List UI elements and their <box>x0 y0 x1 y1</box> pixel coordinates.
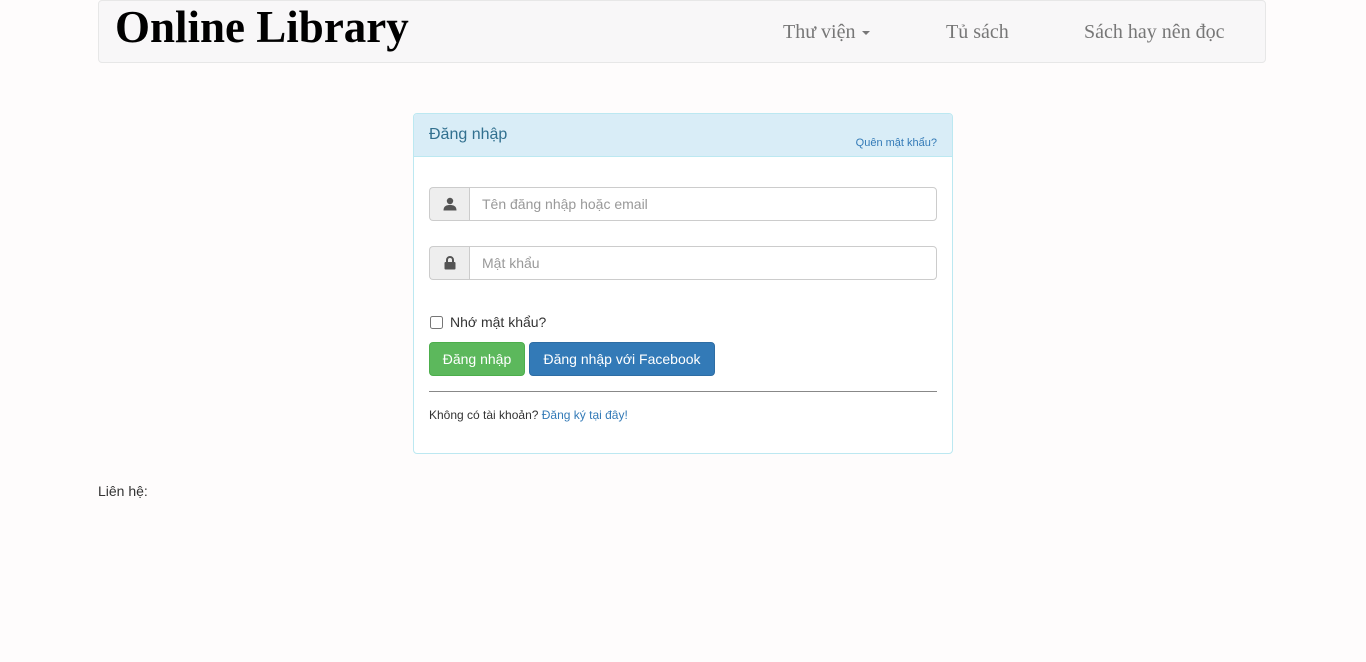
no-account-text: Không có tài khoản? <box>429 408 539 422</box>
divider <box>429 391 937 392</box>
login-button[interactable]: Đăng nhập <box>429 342 525 376</box>
remember-me: Nhớ mật khẩu? <box>429 314 546 330</box>
user-icon <box>429 187 469 221</box>
lock-icon <box>429 246 469 280</box>
panel-title: Đăng nhập <box>429 126 508 143</box>
footer-contact: Liên hệ: <box>98 483 148 499</box>
username-group <box>429 187 937 221</box>
panel-heading: Đăng nhập Quên mật khẩu? <box>414 114 952 157</box>
nav-item-sach-hay[interactable]: Sách hay nên đọc <box>1084 20 1225 44</box>
signup-prompt: Không có tài khoản? Đăng ký tại đây! <box>429 408 628 422</box>
caret-down-icon <box>861 31 870 36</box>
remember-checkbox[interactable] <box>430 315 443 329</box>
nav-item-label: Thư viện <box>783 21 856 43</box>
navbar: Online Library Thư viện Tủ sách Sách hay… <box>98 0 1266 63</box>
facebook-login-button[interactable]: Đăng nhập với Facebook <box>529 342 715 376</box>
remember-label: Nhớ mật khẩu? <box>450 314 547 330</box>
password-input[interactable] <box>469 246 937 280</box>
register-link[interactable]: Đăng ký tại đây! <box>542 408 628 422</box>
nav-item-tu-sach[interactable]: Tủ sách <box>946 20 1009 44</box>
nav-item-thu-vien[interactable]: Thư viện <box>783 20 870 44</box>
brand-logo[interactable]: Online Library <box>115 1 409 53</box>
password-group <box>429 246 937 280</box>
username-input[interactable] <box>469 187 937 221</box>
login-panel: Đăng nhập Quên mật khẩu? Nhớ mật khẩu? Đ… <box>413 113 953 454</box>
forgot-password-link[interactable]: Quên mật khẩu? <box>856 137 937 149</box>
